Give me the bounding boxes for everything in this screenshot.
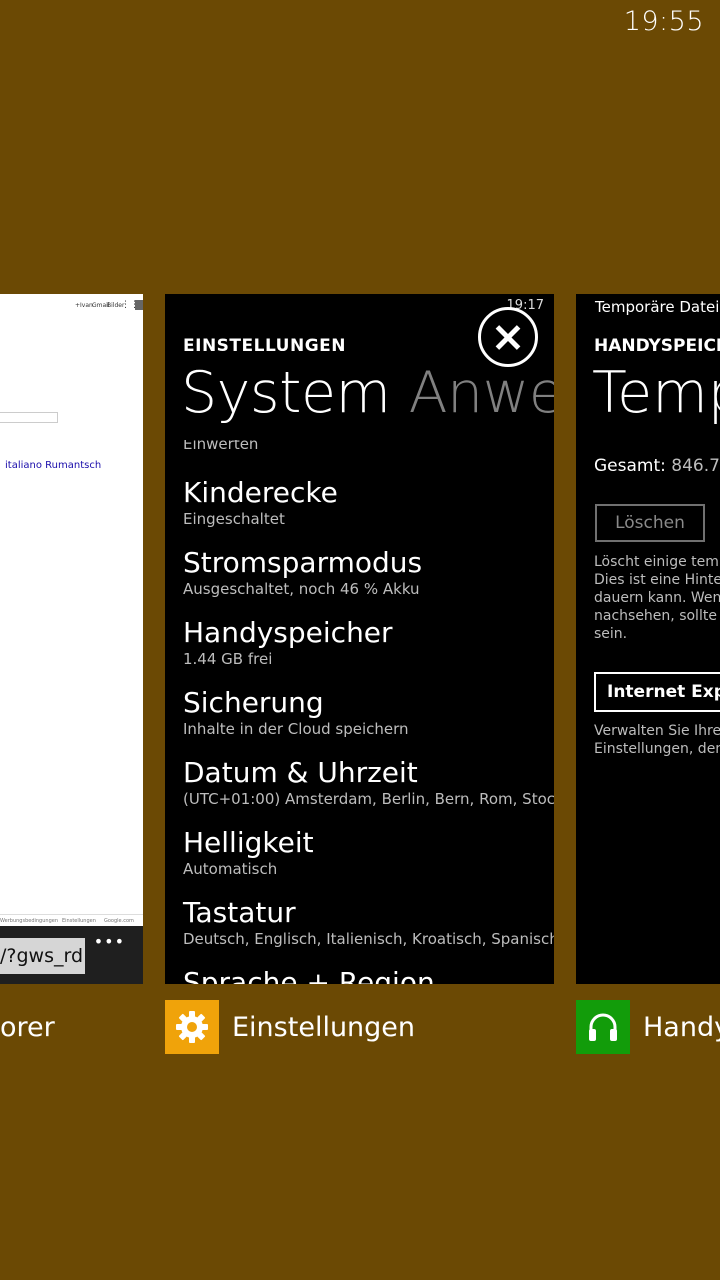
avatar [135, 300, 143, 310]
list-item-sprache-region: Sprache + Region [183, 966, 554, 984]
app-header: HANDYSPEICHER [594, 336, 720, 356]
description-line: Verwalten Sie Ihre [594, 723, 720, 739]
delete-button[interactable]: Löschen [595, 504, 705, 542]
list-item-helligkeit: Helligkeit Automatisch [183, 826, 554, 896]
item-title: Tastatur [183, 896, 296, 929]
footer-link: Einstellungen [62, 918, 96, 924]
total-value: 846.71 [671, 456, 720, 476]
list-item-tastatur: Tastatur Deutsch, Englisch, Italienisch,… [183, 896, 554, 966]
address-bar: /?gws_rd= ••• [0, 926, 143, 984]
pivot-applications: Anwend [408, 360, 554, 426]
pivot-header: System Anwend [181, 360, 554, 426]
description-line: Dies ist eine Hintergrund [594, 572, 720, 588]
description-line: dauern kann. Wenn [594, 590, 720, 606]
app-card-settings[interactable]: 19:17 EINSTELLUNGEN SystemAnwend Einwert… [165, 294, 554, 984]
app-card-internet-explorer[interactable]: +Ivan Gmail Bilder ⋮⋮ italiano Rumantsch… [0, 294, 143, 984]
list-item-sicherung: Sicherung Inhalte in der Cloud speichern [183, 686, 554, 756]
description-line: Löscht einige temporäre [594, 554, 720, 570]
total-size: Gesamt: 846.71 [594, 456, 720, 476]
settings-list: Kinderecke Eingeschaltet Stromsparmodus … [183, 476, 554, 984]
internet-explorer-button[interactable]: Internet Explorer [594, 672, 720, 712]
list-item-stromsparmodus: Stromsparmodus Ausgeschaltet, noch 46 % … [183, 546, 554, 616]
app-card-storage[interactable]: Temporäre Dateien HANDYSPEICHER Temporär… [576, 294, 720, 984]
item-title: Datum & Uhrzeit [183, 756, 418, 789]
page-title: Temporäre [592, 360, 720, 426]
more-icon: ••• [93, 932, 125, 951]
app-label-settings[interactable]: Einstellungen [165, 1000, 415, 1054]
item-subtitle: (UTC+01:00) Amsterdam, Berlin, Bern, Rom… [183, 790, 554, 808]
card-title: Temporäre Dateien [595, 298, 720, 316]
google-topbar: +Ivan Gmail Bilder ⋮⋮ [0, 298, 143, 314]
url-field: /?gws_rd= [0, 938, 85, 974]
item-title: Stromsparmodus [183, 546, 423, 579]
app-header: EINSTELLUNGEN [183, 336, 347, 356]
item-title: Kinderecke [183, 476, 338, 509]
app-label-text: Handyspeicher [643, 1011, 720, 1043]
item-title: Sprache + Region [183, 966, 435, 984]
footer-link: Google.com [104, 918, 134, 924]
app-label-text: orer [0, 1011, 55, 1043]
app-label-text: Einstellungen [232, 1011, 416, 1043]
app-label-internet-explorer[interactable]: orer [0, 1000, 55, 1054]
close-icon[interactable] [478, 307, 538, 367]
list-item-kinderecke: Kinderecke Eingeschaltet [183, 476, 554, 546]
pivot-system: System [181, 360, 391, 426]
description: Löscht einige temporäre Dies ist eine Hi… [594, 553, 720, 643]
description-line: Einstellungen, den [594, 741, 720, 757]
status-clock: 19:55 [623, 6, 704, 37]
item-title: Helligkeit [183, 826, 314, 859]
description-line: nachsehen, sollte [594, 608, 717, 624]
description: Verwalten Sie Ihre Einstellungen, den [594, 722, 720, 758]
item-title: Sicherung [183, 686, 324, 719]
item-title: Handyspeicher [183, 616, 393, 649]
item-subtitle: 1.44 GB frei [183, 650, 273, 668]
language-links: italiano Rumantsch [5, 460, 102, 471]
total-label: Gesamt: [594, 456, 666, 476]
item-subtitle: Automatisch [183, 860, 278, 878]
list-item-handyspeicher: Handyspeicher 1.44 GB frei [183, 616, 554, 686]
item-subtitle: Ausgeschaltet, noch 46 % Akku [183, 580, 420, 598]
cut-off-subtitle: Einwerten [183, 440, 259, 450]
list-item-datum-uhrzeit: Datum & Uhrzeit (UTC+01:00) Amsterdam, B… [183, 756, 554, 826]
item-subtitle: Eingeschaltet [183, 510, 285, 528]
search-box [0, 412, 58, 423]
app-label-storage[interactable]: Handyspeicher [576, 1000, 720, 1054]
description-line: sein. [594, 626, 628, 642]
item-subtitle: Inhalte in der Cloud speichern [183, 720, 409, 738]
topbar-user: +Ivan [75, 302, 93, 309]
item-subtitle: Deutsch, Englisch, Italienisch, Kroatisc… [183, 930, 554, 948]
footer-link: Werbungsbedingungen [0, 918, 58, 924]
headphones-icon [576, 1000, 630, 1054]
gear-icon [165, 1000, 219, 1054]
